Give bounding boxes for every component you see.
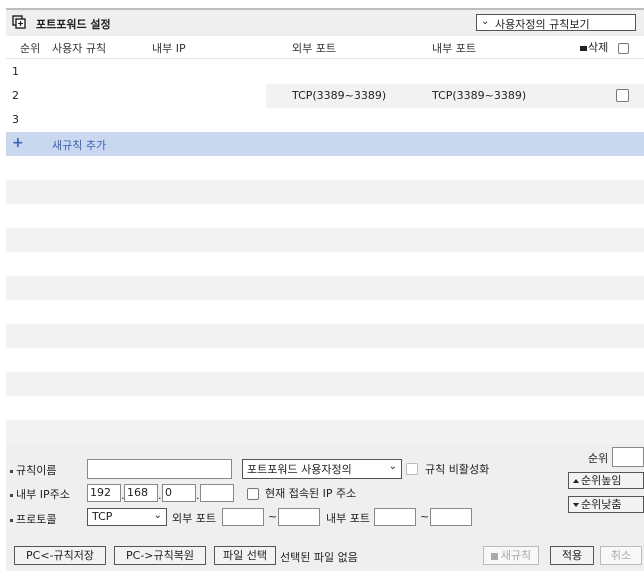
move-up-button[interactable]: 순위높임	[568, 472, 644, 489]
current-ip-checkbox[interactable]	[247, 488, 259, 500]
rule-name-label: 규칙이름	[10, 462, 56, 478]
plus-icon: +	[12, 135, 24, 151]
col-rank: 순위	[20, 42, 41, 55]
bottom-toolbar: PC<-규칙저장 PC->규칙복원 파일 선택 선택된 파일 없음 새규칙 적용…	[6, 544, 644, 571]
range-tilde: ~	[420, 510, 430, 523]
disable-rule-label: 규칙 비활성화	[425, 463, 490, 476]
empty-row	[6, 156, 644, 180]
no-file-label: 선택된 파일 없음	[280, 551, 358, 564]
ip-octet-1[interactable]: 192	[87, 484, 121, 502]
chevron-down-icon: ⌄	[481, 16, 490, 27]
ip-octet-4[interactable]	[200, 484, 234, 502]
port-forward-panel: 포트포워드 설정 ⌄ 사용자정의 규칙보기 순위 사용자 규칙 내부 IP 외부…	[0, 0, 644, 577]
table-row[interactable]: 1	[6, 60, 644, 84]
col-internal-port: 내부 포트	[432, 42, 476, 55]
empty-row	[6, 180, 644, 204]
empty-row	[6, 348, 644, 372]
apply-button[interactable]: 적용	[550, 546, 594, 565]
empty-row	[6, 396, 644, 420]
minus-icon	[580, 45, 587, 51]
ip-octet-3[interactable]: 0	[162, 484, 196, 502]
choose-file-button[interactable]: 파일 선택	[214, 546, 276, 565]
protocol-label: 프로토콜	[10, 511, 56, 527]
row-rank: 1	[12, 65, 19, 78]
empty-row	[6, 252, 644, 276]
copy-icon	[12, 15, 26, 29]
ip-octet-2[interactable]: 168	[124, 484, 158, 502]
current-ip-label: 현재 접속된 IP 주소	[265, 487, 357, 500]
internal-ip-label: 내부 IP주소	[10, 486, 70, 502]
rule-edit-form: 순위 규칙이름 포트포워드 사용자정의 ⌄ 규칙 비활성화 순위높임 내부 IP…	[6, 444, 644, 544]
external-port-end[interactable]	[278, 508, 320, 526]
internal-port-label: 내부 포트	[326, 512, 370, 525]
row-rank: 3	[12, 113, 19, 126]
rule-type-select[interactable]: 포트포워드 사용자정의 ⌄	[242, 459, 402, 479]
move-down-button[interactable]: 순위낮춤	[568, 496, 644, 513]
up-arrow-icon	[573, 479, 579, 483]
title-bar: 포트포워드 설정 ⌄ 사용자정의 규칙보기	[6, 8, 644, 36]
page-title: 포트포워드 설정	[36, 18, 111, 31]
chevron-down-icon: ⌄	[388, 461, 397, 472]
empty-row	[6, 276, 644, 300]
external-port-label: 외부 포트	[172, 512, 216, 525]
col-internal-ip: 내부 IP	[152, 42, 186, 55]
col-external-port: 외부 포트	[292, 42, 336, 55]
row-internal-port: TCP(3389~3389)	[432, 89, 527, 102]
empty-row	[6, 204, 644, 228]
internal-port-start[interactable]	[374, 508, 416, 526]
select-all-checkbox[interactable]	[617, 42, 629, 54]
table-row[interactable]: 3	[6, 108, 644, 132]
delete-all: 삭제	[580, 39, 629, 55]
save-to-pc-button[interactable]: PC<-규칙저장	[14, 546, 106, 565]
table-header: 순위 사용자 규칙 내부 IP 외부 포트 내부 포트 삭제	[6, 36, 644, 59]
empty-row	[6, 300, 644, 324]
add-rule-row[interactable]: + 새규칙 추가	[6, 132, 644, 156]
restore-from-pc-button[interactable]: PC->규칙복원	[114, 546, 206, 565]
row-rank: 2	[12, 89, 19, 102]
empty-row	[6, 228, 644, 252]
external-port-start[interactable]	[222, 508, 264, 526]
rule-table: 1 2 TCP(3389~3389) TCP(3389~3389) 3 + 새규…	[6, 60, 644, 508]
plus-box-icon	[490, 552, 498, 560]
table-row[interactable]: 2 TCP(3389~3389) TCP(3389~3389)	[6, 84, 644, 108]
col-user-rule: 사용자 규칙	[52, 42, 107, 55]
protocol-select[interactable]: TCP ⌄	[87, 508, 167, 526]
down-arrow-icon	[573, 503, 579, 507]
rule-view-select[interactable]: ⌄ 사용자정의 규칙보기	[476, 14, 636, 31]
disable-rule-checkbox[interactable]	[406, 463, 418, 475]
empty-row	[6, 372, 644, 396]
cancel-button[interactable]: 취소	[600, 546, 642, 565]
row-delete-checkbox[interactable]	[616, 89, 629, 102]
range-tilde: ~	[268, 510, 278, 523]
rank-label: 순위	[588, 452, 609, 465]
rule-name-input[interactable]	[87, 459, 232, 479]
row-external-port: TCP(3389~3389)	[292, 89, 387, 102]
empty-row	[6, 420, 644, 444]
new-rule-button[interactable]: 새규칙	[483, 546, 539, 565]
empty-row	[6, 324, 644, 348]
chevron-down-icon: ⌄	[153, 510, 162, 521]
rank-input[interactable]	[612, 447, 644, 467]
internal-port-end[interactable]	[430, 508, 472, 526]
add-rule-label[interactable]: 새규칙 추가	[52, 137, 106, 153]
col-delete: 삭제	[588, 41, 609, 54]
